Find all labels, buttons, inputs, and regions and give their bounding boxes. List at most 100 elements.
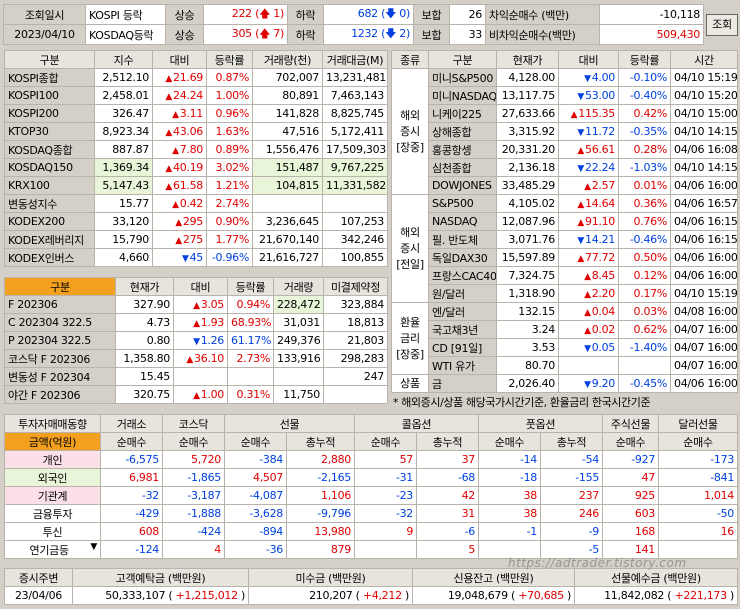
global-row[interactable]: DOWJONES33,485.29 2.570.01%04/06 16:00 <box>392 176 738 195</box>
group-label: 해외 증시 [전일] <box>391 194 429 303</box>
index-row[interactable]: KOSPI1002,458.01 24.241.00%80,8917,463,14… <box>4 86 388 105</box>
futures-volume <box>273 367 324 386</box>
index-row[interactable]: KTOP308,923.34 43.061.63%47,5165,172,411 <box>4 122 388 141</box>
index-volume: 104,815 <box>252 176 323 195</box>
change-value: 53.00 <box>585 89 615 102</box>
index-volume: 141,828 <box>252 104 323 123</box>
change-cell: 0.04 <box>558 302 619 321</box>
global-row[interactable]: 미니NASDAQ13,117.75 53.00-0.40%04/10 15:20 <box>392 86 738 105</box>
global-row[interactable]: 원/달러1,318.90 2.200.17%04/10 15:19 <box>392 284 738 303</box>
global-row[interactable]: 국고채3년3.24 0.020.62%04/07 16:00 <box>392 320 738 339</box>
investor-row[interactable]: 투신 608 -424 -894 13,980 9 -6 -1 -9 168 16 <box>4 522 739 541</box>
index-row[interactable]: KOSDAQ종합887.87 7.800.89%1,556,47617,509,3… <box>4 140 388 159</box>
futures-row[interactable]: P 202304 322.50.80 1.2661.17%249,37621,80… <box>4 331 388 350</box>
index-name: KOSPI100 <box>4 86 95 105</box>
index-row[interactable]: KOSPI종합2,512.10 21.690.87%702,00713,231,4… <box>4 68 388 87</box>
investor-value: -429 <box>100 504 163 523</box>
global-row[interactable]: 독일DAX3015,597.89 77.720.50%04/06 16:00 <box>392 248 738 267</box>
global-row[interactable]: WTI 유가 80.70 04/07 16:00 <box>392 356 738 375</box>
futures-row[interactable]: 변동성 F 202304 15.45 247 <box>4 367 388 386</box>
futures-rate: 61.17% <box>227 331 274 350</box>
index-name: KOSPI200 <box>4 104 95 123</box>
index-value: 5,147.43 <box>94 176 153 195</box>
global-time: 04/10 15:00 <box>670 104 738 123</box>
down-arrow-icon <box>577 125 585 138</box>
index-row[interactable]: 변동성지수15.77 0.422.74% <box>4 194 388 213</box>
index-amount <box>322 194 388 213</box>
change-cell: 115.35 <box>558 104 619 123</box>
global-time: 04/06 16:00 <box>670 374 738 393</box>
global-time: 04/10 15:20 <box>670 86 738 105</box>
investor-row[interactable]: 외국인 6,981 -1,865 4,507 -2,165 -31 -68 -18 -155 47… <box>4 468 739 487</box>
investor-row[interactable]: 금융투자 -429 -1,888 -3,628 -9,796 -32 31 38 246 603-… <box>4 504 739 523</box>
index-name: KODEX레버리지 <box>4 230 95 249</box>
change-value: 40.19 <box>173 161 203 174</box>
search-button[interactable]: 조회 <box>706 13 738 36</box>
global-row[interactable]: 필. 반도체3,071.76 14.21-0.46%04/06 16:15 <box>392 230 738 249</box>
global-row[interactable]: 심천종합2,136.18 22.24-1.03%04/10 14:15 <box>392 158 738 177</box>
futures-col-header: 대비 <box>173 277 228 296</box>
change-cell: 43.06 <box>152 122 207 141</box>
futures-name: 야간 F 202306 <box>4 385 116 404</box>
global-row[interactable]: CD [91일]3.53 0.05-1.40%04/07 16:00 <box>392 338 738 357</box>
index-amount: 8,825,745 <box>322 104 388 123</box>
investor-name[interactable]: 연기금등 ▼ <box>4 540 101 559</box>
index-row[interactable]: KRX1005,147.43 61.581.21%104,81511,331,58… <box>4 176 388 195</box>
global-name: S&P500 <box>428 194 497 213</box>
global-row[interactable]: 프랑스CAC407,324.75 8.450.12%04/06 16:00 <box>392 266 738 285</box>
global-row[interactable]: NASDAQ12,087.96 91.100.76%04/06 16:15 <box>392 212 738 231</box>
index-row[interactable]: KOSPI200326.47 3.110.96%141,8288,825,745 <box>4 104 388 123</box>
futures-row[interactable]: 야간 F 202306320.75 1.000.31%11,750 <box>4 385 388 404</box>
global-value: 4,105.02 <box>496 194 559 213</box>
global-col-header: 종류 <box>391 50 429 69</box>
index-row[interactable]: KODEX20033,120 2950.90%3,236,645107,253 <box>4 212 388 231</box>
change-cell: 9.20 <box>558 374 619 393</box>
global-row[interactable]: 상품 금2,026.40 9.20-0.45%04/06 16:00 <box>391 374 738 393</box>
index-amount: 9,767,225 <box>322 158 388 177</box>
index-name: KODEX인버스 <box>4 248 95 267</box>
futures-row[interactable]: C 202304 322.54.73 1.9368.93%31,03118,813 <box>4 313 388 332</box>
futures-deposit: 11,842,082 ( +221,173 ) <box>574 586 738 605</box>
kospi-flat-count: 26 <box>449 4 486 25</box>
global-row[interactable]: 해외증시[전일]S&P5004,105.0214.640.36%04/06 16… <box>391 194 738 303</box>
investor-value: 925 <box>602 486 660 505</box>
global-time: 04/06 16:00 <box>670 266 738 285</box>
global-row[interactable]: 환율금리 [장중] 엔/달러132.15 0.040.03%04/08 16:00 <box>391 302 738 375</box>
investor-value: 246 <box>540 504 604 523</box>
investor-name: 투신 <box>4 522 101 541</box>
index-name: KOSPI종합 <box>4 68 95 87</box>
investor-value: -68 <box>416 468 480 487</box>
change-cell: 11.72 <box>558 122 619 141</box>
investor-name: 개인 <box>4 450 101 469</box>
up-arrow-icon <box>577 143 585 156</box>
kospi-market-label: KOSPI 등락 <box>85 4 166 25</box>
up-arrow-icon <box>193 316 201 329</box>
change-cell: 8.45 <box>558 266 619 285</box>
index-row[interactable]: KODEX레버리지15,790 2751.77%21,670,140342,246 <box>4 230 388 249</box>
change-cell: 22.24 <box>558 158 619 177</box>
index-rate: 1.77% <box>206 230 253 249</box>
futures-open-interest <box>323 385 388 404</box>
futures-row[interactable]: 코스닥 F 2023061,358.80 36.102.73%133,916298… <box>4 349 388 368</box>
investor-sub-header: 총누적 <box>416 432 480 451</box>
investor-row[interactable]: 기관계 -32 -3,187 -4,087 1,106 -23 42 38 237 925 1,01… <box>4 486 739 505</box>
global-name: 홍콩항셍 <box>428 140 497 159</box>
global-row[interactable]: 니케이22527,633.66 115.350.42%04/10 15:00 <box>392 104 738 123</box>
index-volume: 1,556,476 <box>252 140 323 159</box>
index-row[interactable]: KODEX인버스4,660 45-0.96%21,616,727100,855 <box>4 248 388 267</box>
dropdown-arrow-icon[interactable]: ▼ <box>90 542 97 552</box>
index-amount: 11,331,582 <box>322 176 388 195</box>
investor-sub-header: 순매수 <box>354 432 418 451</box>
futures-row[interactable]: F 202306327.90 3.050.94%228,472323,884 <box>4 295 388 314</box>
up-arrow-icon <box>165 71 173 84</box>
investor-value <box>354 540 418 559</box>
global-row[interactable]: 상해종합3,315.92 11.72-0.35%04/10 14:15 <box>392 122 738 141</box>
global-time: 04/08 16:00 <box>670 302 738 321</box>
global-row[interactable]: 홍콩항셍20,331.20 56.610.28%04/06 16:08 <box>392 140 738 159</box>
investor-value: -50 <box>658 504 739 523</box>
kosdaq-market-label: KOSDAQ등락 <box>85 24 166 45</box>
index-row[interactable]: KOSDAQ1501,369.34 40.193.02%151,4879,767,… <box>4 158 388 177</box>
investor-row[interactable]: 개인 -6,575 5,720 -384 2,880 57 37 -14 -54 -927 -173 <box>4 450 739 469</box>
up-arrow-icon <box>193 298 201 311</box>
global-row[interactable]: 해외증시[장중]미니S&P5004,128.004.00-0.10%04/10 … <box>391 68 738 195</box>
